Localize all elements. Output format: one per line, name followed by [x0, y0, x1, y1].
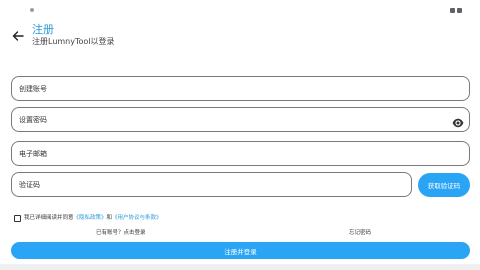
account-field[interactable] — [11, 76, 470, 101]
page-title: 注册 — [32, 23, 54, 36]
account-input[interactable] — [19, 77, 439, 100]
forgot-password-link[interactable]: 忘记密码 — [349, 229, 371, 237]
page-subtitle: 注册LumnyTool以登录 — [32, 37, 115, 46]
terms-link[interactable]: 《用户协议与条款》 — [112, 215, 162, 221]
status-bar — [0, 0, 480, 13]
agreement-checkbox[interactable] — [14, 214, 21, 222]
get-code-button[interactable]: 获取验证码 — [418, 173, 470, 197]
password-input[interactable] — [19, 108, 439, 131]
email-input[interactable] — [19, 142, 439, 165]
email-field[interactable] — [11, 141, 470, 166]
toggle-password-visibility-button[interactable] — [452, 114, 464, 128]
verification-code-input[interactable] — [19, 173, 439, 196]
status-indicators — [30, 0, 40, 12]
password-field[interactable] — [11, 107, 470, 132]
verification-code-field[interactable] — [11, 172, 439, 197]
system-icons — [448, 0, 468, 13]
agreement-text: 我已详细阅读并同意 — [24, 215, 74, 221]
register-and-login-button[interactable]: 注册并登录 — [11, 242, 470, 259]
agreement-row: 我已详细阅读并同意《隐私政策》和《用户协议与条款》 — [14, 213, 162, 223]
back-button[interactable] — [10, 28, 26, 44]
privacy-policy-link[interactable]: 《隐私政策》 — [74, 215, 107, 221]
login-link[interactable]: 已有账号？点击登录 — [96, 229, 146, 237]
arrow-left-icon — [12, 31, 24, 41]
bottom-edge — [0, 264, 480, 270]
eye-icon — [452, 118, 464, 128]
